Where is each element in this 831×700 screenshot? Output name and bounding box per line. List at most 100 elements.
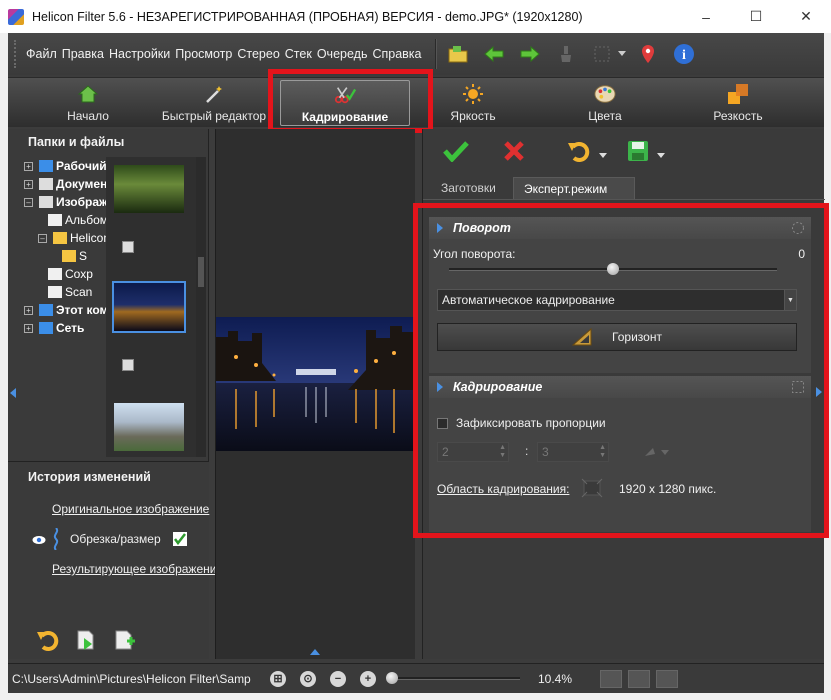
zoom-slider-knob[interactable] [386, 672, 398, 684]
thumbnail-checkbox[interactable] [122, 241, 134, 253]
tree-item-desktop[interactable]: + Рабочий [24, 157, 106, 175]
previous-arrow-icon[interactable] [483, 43, 505, 65]
network-icon [39, 322, 53, 334]
map-pin-icon[interactable] [637, 43, 659, 65]
toolbar-grip[interactable] [14, 40, 18, 68]
apply-to-files-icon[interactable] [74, 628, 98, 652]
single-view-button[interactable] [600, 669, 623, 688]
collapse-toggle[interactable]: – [38, 233, 47, 243]
split-horizontal-view-button[interactable] [628, 669, 651, 688]
settings-highlight [413, 203, 829, 538]
tab-quick-editor[interactable]: Быстрый редактор [158, 80, 270, 126]
tree-item-album[interactable]: Альбом [24, 211, 106, 229]
tab-home[interactable]: Начало [48, 80, 128, 126]
expand-toggle[interactable]: + [24, 179, 33, 189]
thumbnail-castle[interactable] [114, 403, 184, 451]
checkmark-icon [172, 532, 187, 546]
tab-colors[interactable]: Цвета [560, 80, 650, 126]
tab-brightness[interactable]: Яркость [428, 80, 518, 126]
tree-item-label: S [79, 249, 88, 263]
file-icon [48, 268, 62, 280]
chevron-down-icon[interactable] [617, 43, 627, 65]
tree-item-label: Этот компьютер [56, 303, 106, 317]
zoom-slider[interactable] [386, 672, 520, 684]
undo-icon[interactable] [36, 628, 60, 652]
expand-toggle[interactable]: + [24, 305, 33, 315]
save-icon[interactable] [627, 140, 649, 162]
cancel-x-icon[interactable] [503, 140, 525, 162]
tab-presets[interactable]: Заготовки [431, 177, 506, 199]
maximize-button[interactable]: ☐ [731, 0, 781, 33]
minimize-button[interactable]: – [681, 0, 731, 33]
tree-item-this-pc[interactable]: + Этот компьютер [24, 301, 106, 319]
eye-icon[interactable] [32, 534, 46, 544]
open-folder-icon[interactable] [447, 43, 469, 65]
menu-stack[interactable]: Стек [285, 47, 312, 61]
tree-item-scans[interactable]: Scan [24, 283, 106, 301]
expand-toggle[interactable]: + [24, 161, 33, 171]
tab-expert-mode[interactable]: Эксперт.режим [513, 177, 635, 199]
tab-label: Резкость [713, 109, 763, 123]
image-viewport[interactable] [215, 129, 416, 659]
brush-icon[interactable] [555, 43, 577, 65]
actual-size-icon[interactable]: ⊙ [300, 670, 316, 687]
tree-item-network[interactable]: + Сеть [24, 319, 106, 337]
expand-bottom-arrow-icon[interactable] [310, 649, 320, 655]
next-arrow-icon[interactable] [519, 43, 541, 65]
zoom-in-icon[interactable]: + [360, 670, 376, 687]
apply-checkmark-icon[interactable] [443, 140, 469, 163]
add-files-icon[interactable] [112, 628, 136, 652]
svg-text:i: i [682, 48, 686, 63]
tree-item-label: Изображения [56, 195, 106, 209]
history-toolbar [36, 628, 136, 652]
history-result-link[interactable]: Результирующее изображение [52, 562, 223, 576]
settings-panel: Заготовки Эксперт.режим Поворот Угол пов… [413, 129, 829, 659]
history-step[interactable]: Обрезка/размер [32, 527, 187, 551]
history-original-link[interactable]: Оригинальное изображение [52, 502, 209, 516]
menu-edit[interactable]: Правка [62, 47, 104, 61]
title-bar: Helicon Filter 5.6 - НЕЗАРЕГИСТРИРОВАННА… [0, 0, 831, 33]
undo-icon[interactable] [567, 139, 591, 163]
info-icon[interactable]: i [673, 43, 695, 65]
file-icon [48, 286, 62, 298]
tree-item-label: Сохр [65, 267, 93, 281]
expand-toggle[interactable]: + [24, 323, 33, 333]
folder-tree: + Рабочий + Документы – Изображения Альб… [24, 157, 106, 457]
tree-item-helicon[interactable]: – Helicon [24, 229, 106, 247]
save-dropdown-icon[interactable] [657, 148, 665, 158]
selection-icon[interactable] [591, 43, 613, 65]
menu-settings[interactable]: Настройки [109, 47, 170, 61]
file-path: C:\Users\Admin\Pictures\Helicon Filter\S… [12, 671, 251, 686]
tree-item-saved[interactable]: Сохр [24, 265, 106, 283]
app-frame: Файл Правка Настройки Просмотр Стерео Ст… [8, 33, 829, 693]
tree-item-samples[interactable]: S [24, 247, 106, 265]
image-preview [216, 317, 416, 451]
collapse-left-arrow-icon[interactable] [10, 388, 16, 398]
menu-stereo[interactable]: Стерео [237, 47, 279, 61]
thumbnail-scrollbar[interactable] [196, 157, 206, 457]
thumbnail-canal-selected[interactable] [112, 281, 186, 333]
fit-to-window-icon[interactable]: ⊞ [270, 670, 286, 687]
close-button[interactable]: ✕ [781, 0, 831, 33]
split-vertical-view-button[interactable] [656, 669, 679, 688]
menu-help[interactable]: Справка [372, 47, 421, 61]
collapse-toggle[interactable]: – [24, 197, 33, 207]
history-title: История изменений [28, 470, 151, 484]
menu-queue[interactable]: Очередь [317, 47, 368, 61]
tree-item-documents[interactable]: + Документы [24, 175, 106, 193]
thumbnail-forest[interactable] [114, 165, 184, 213]
zoom-value: 10.4% [538, 671, 573, 686]
home-icon [77, 83, 99, 105]
thumbnail-checkbox[interactable] [122, 359, 134, 371]
thumbnail-strip [106, 157, 196, 457]
undo-dropdown-icon[interactable] [599, 148, 607, 158]
menu-view[interactable]: Просмотр [175, 47, 232, 61]
tab-sharpness[interactable]: Резкость [698, 80, 778, 126]
menu-file[interactable]: Файл [26, 47, 57, 61]
tab-label: Яркость [450, 109, 496, 123]
document-icon [39, 178, 53, 190]
magic-wand-icon [203, 83, 225, 105]
tree-item-pictures[interactable]: – Изображения [24, 193, 106, 211]
zoom-out-icon[interactable]: − [330, 670, 346, 687]
scrollbar-thumb[interactable] [198, 257, 204, 287]
